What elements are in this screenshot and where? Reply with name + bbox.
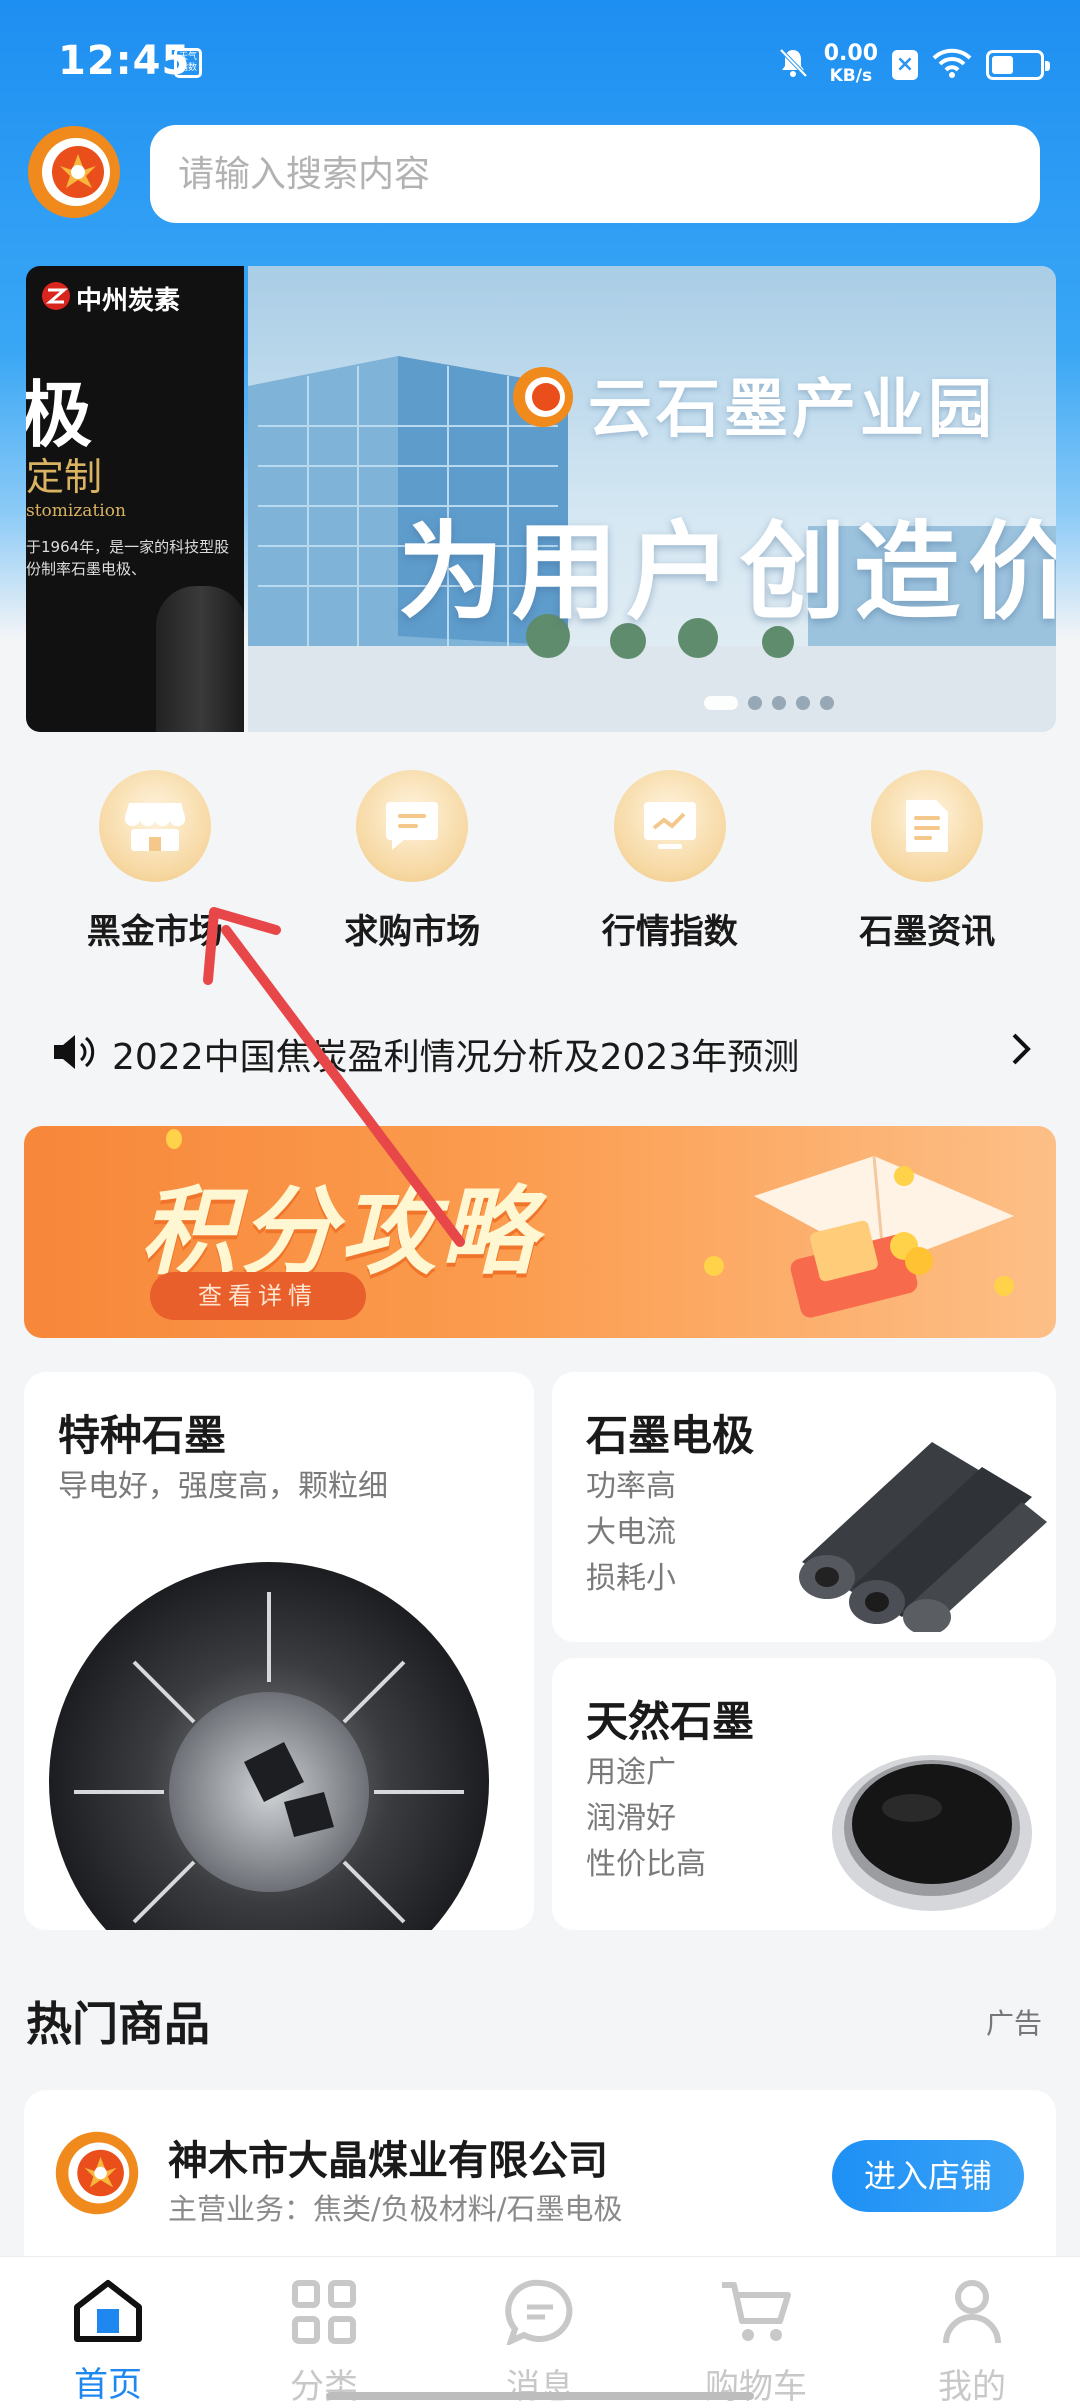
tab-label: 分类 bbox=[290, 2367, 358, 2407]
banner-pagination bbox=[704, 696, 834, 710]
graphite-cylinder-image bbox=[156, 586, 244, 732]
wifi-icon bbox=[932, 47, 972, 83]
card-desc-line: 性价比高 bbox=[586, 1847, 706, 1882]
banner-slogan: 为用户创造价值 bbox=[398, 511, 1056, 634]
banner-dot[interactable] bbox=[704, 696, 738, 710]
banner-park-name: 云石墨产业园 bbox=[588, 373, 996, 447]
chevron-right-icon[interactable] bbox=[1010, 1031, 1032, 1077]
card-title: 特种石墨 bbox=[58, 1411, 227, 1460]
card-title: 天然石墨 bbox=[586, 1697, 755, 1746]
message-icon bbox=[356, 770, 469, 882]
park-logo-icon bbox=[513, 367, 573, 427]
company-logo-icon[interactable] bbox=[26, 124, 122, 220]
battery-level bbox=[992, 56, 1013, 74]
book-coin-illustration bbox=[704, 1155, 1014, 1318]
banner-left-en-text: stomization bbox=[26, 501, 126, 521]
quick-nav-black-gold-market[interactable]: 黑金市场 bbox=[26, 770, 284, 953]
document-icon bbox=[871, 770, 984, 882]
banner-left-gold-text: 定制 bbox=[26, 455, 103, 499]
quick-nav-market-index[interactable]: 行情指数 bbox=[541, 770, 799, 953]
banner-dot[interactable] bbox=[772, 696, 786, 710]
card-desc-line: 用途广 bbox=[586, 1755, 676, 1790]
shop-business: 主营业务：焦类/负极材料/石墨电极 bbox=[168, 2192, 623, 2226]
chart-monitor-icon bbox=[613, 770, 726, 882]
card-desc-list: 功率高 大电流 损耗小 bbox=[586, 1464, 676, 1602]
bottom-tab-bar: 首页 分类 消息 购物车 我的 bbox=[0, 2256, 1080, 2408]
store-icon bbox=[98, 770, 211, 882]
tab-label: 首页 bbox=[74, 2365, 142, 2405]
quick-nav-graphite-news[interactable]: 石墨资讯 bbox=[799, 770, 1057, 953]
card-desc-list: 用途广 润滑好 性价比高 bbox=[586, 1750, 706, 1888]
zhongzhou-logo-icon bbox=[42, 282, 70, 310]
tab-messages[interactable]: 消息 bbox=[432, 2257, 648, 2408]
chat-icon bbox=[505, 2279, 573, 2345]
points-guide-banner[interactable]: 积分攻略 查看详情 bbox=[24, 1126, 1056, 1338]
coin-icon bbox=[166, 1129, 182, 1149]
tab-label: 我的 bbox=[938, 2367, 1006, 2407]
view-details-button[interactable]: 查看详情 bbox=[150, 1272, 366, 1320]
home-icon bbox=[74, 2280, 142, 2342]
tab-category[interactable]: 分类 bbox=[216, 2257, 432, 2408]
tab-label: 购物车 bbox=[705, 2367, 807, 2407]
card-desc: 导电好，强度高，颗粒细 bbox=[58, 1469, 388, 1504]
quick-nav-label: 黑金市场 bbox=[86, 912, 223, 952]
shop-logo-icon bbox=[55, 2131, 139, 2215]
quick-nav-purchase-market[interactable]: 求购市场 bbox=[284, 770, 542, 953]
news-ticker[interactable]: 2022中国焦炭盈利情况分析及2023年预测 bbox=[52, 1026, 1032, 1082]
tab-cart[interactable]: 购物车 bbox=[648, 2257, 864, 2408]
banner-dot[interactable] bbox=[796, 696, 810, 710]
card-desc-line: 功率高 bbox=[586, 1469, 676, 1504]
search-input[interactable] bbox=[178, 153, 1040, 195]
tab-home[interactable]: 首页 bbox=[0, 2257, 216, 2408]
ad-label: 广告 bbox=[985, 2007, 1042, 2040]
speaker-icon bbox=[52, 1032, 98, 1076]
tab-label: 消息 bbox=[506, 2367, 574, 2407]
product-card-natural-graphite[interactable]: 天然石墨 用途广 润滑好 性价比高 bbox=[552, 1658, 1056, 1930]
grid-icon bbox=[292, 2280, 356, 2344]
banner-left-brand: 中州炭素 bbox=[76, 286, 181, 316]
banner-slide-left[interactable]: 中州炭素 极 定制 stomization 于1964年，是一家的科技型股份制率… bbox=[26, 266, 244, 732]
status-icons: 0.00 KB/s × bbox=[776, 40, 1050, 90]
card-desc-line: 润滑好 bbox=[586, 1801, 676, 1836]
quick-nav: 黑金市场 求购市场 行情指数 石墨资讯 bbox=[26, 770, 1056, 953]
gesture-bar[interactable] bbox=[326, 2392, 754, 2400]
mute-bell-icon bbox=[776, 46, 810, 84]
user-icon bbox=[943, 2280, 1001, 2344]
graphite-electrode-image bbox=[799, 1442, 1047, 1632]
banner-dot[interactable] bbox=[820, 696, 834, 710]
net-speed: 0.00 KB/s bbox=[824, 43, 878, 87]
quick-nav-label: 石墨资讯 bbox=[859, 912, 996, 952]
search-bar[interactable] bbox=[150, 125, 1040, 223]
card-desc-line: 损耗小 bbox=[586, 1561, 676, 1596]
enter-shop-button[interactable]: 进入店铺 bbox=[832, 2140, 1024, 2212]
product-card-graphite-electrode[interactable]: 石墨电极 功率高 大电流 损耗小 bbox=[552, 1372, 1056, 1642]
card-title: 石墨电极 bbox=[586, 1411, 755, 1460]
product-card-special-graphite[interactable]: 特种石墨 导电好，强度高，颗粒细 bbox=[24, 1372, 534, 1930]
banner-dot[interactable] bbox=[748, 696, 762, 710]
net-speed-value: 0.00 bbox=[823, 41, 878, 66]
shop-name: 神木市大晶煤业有限公司 bbox=[168, 2138, 608, 2184]
cart-icon bbox=[722, 2282, 791, 2341]
news-ticker-text[interactable]: 2022中国焦炭盈利情况分析及2023年预测 bbox=[112, 1028, 1010, 1080]
status-time: 12:45 bbox=[58, 38, 191, 84]
quick-nav-label: 行情指数 bbox=[601, 912, 738, 952]
weather-badge: 天气 指数 bbox=[174, 48, 202, 78]
tab-profile[interactable]: 我的 bbox=[864, 2257, 1080, 2408]
hot-products-title: 热门商品 bbox=[26, 1997, 210, 2051]
status-bar: 12:45 天气 指数 0.00 KB/s × bbox=[0, 0, 1080, 120]
x-badge-icon: × bbox=[892, 50, 918, 80]
card-desc-line: 大电流 bbox=[586, 1515, 676, 1550]
natural-graphite-powder-image bbox=[832, 1755, 1032, 1911]
banner-slide-main[interactable]: 云石墨产业园 为用户创造价值 bbox=[248, 266, 1056, 732]
special-graphite-image bbox=[49, 1562, 489, 1930]
net-speed-unit: KB/s bbox=[829, 66, 873, 86]
quick-nav-label: 求购市场 bbox=[344, 912, 481, 952]
banner-left-desc: 于1964年，是一家的科技型股份制率石墨电极、 bbox=[26, 538, 230, 578]
banner-carousel[interactable]: 中州炭素 极 定制 stomization 于1964年，是一家的科技型股份制率… bbox=[26, 266, 1056, 732]
battery-icon bbox=[986, 50, 1050, 80]
